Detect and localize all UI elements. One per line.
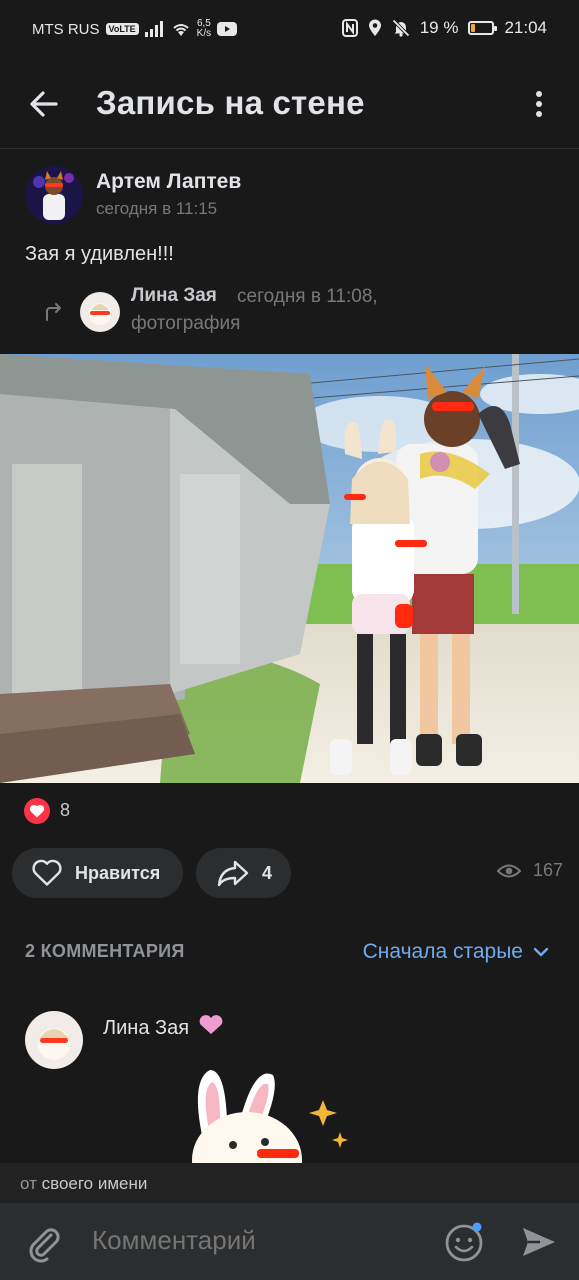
page-title: Запись на стене [96,84,365,121]
comment-author-name: Лина Зая [103,1017,190,1039]
smiley-icon[interactable] [444,1221,486,1263]
post-photo[interactable] [0,354,579,783]
status-right: 19 % 21:04 [341,18,547,38]
back-arrow-icon[interactable] [26,86,62,122]
battery-fill [471,24,476,32]
heart-icon [29,804,45,818]
post-author-name[interactable]: Артем Лаптев [96,170,241,194]
speed-unit: K/s [196,28,212,39]
bell-off-icon [391,19,410,37]
post-as-name: своего имени [41,1174,148,1193]
youtube-icon [217,22,238,36]
paperclip-icon[interactable] [24,1223,64,1263]
like-count: 8 [60,800,71,820]
author-avatar[interactable] [25,166,83,224]
signal-icon [144,21,163,37]
repost-time: сегодня в 11:08, [237,286,378,307]
nfc-icon [341,19,358,37]
share-button[interactable]: 4 [196,848,291,898]
post-as-label: от своего имени [20,1174,147,1194]
network-speed: 6,5 K/s [197,19,211,39]
share-arrow-icon [217,860,249,887]
post-text: Зая я удивлен!!! [25,243,174,265]
clock: 21:04 [504,18,547,37]
comment-compose-bar [0,1203,579,1280]
chevron-down-icon [533,947,549,957]
wifi-icon [173,24,189,36]
comment-avatar[interactable] [25,1011,83,1069]
comment-input[interactable] [92,1225,422,1256]
repost-arrow-icon [46,303,61,321]
repost-type: фотография [131,313,241,334]
post-as-bar[interactable]: от своего имени [0,1163,579,1203]
battery-percent: 19 % [419,18,459,37]
location-icon [368,19,381,36]
carrier-name: MTS RUS [32,20,100,38]
post-as-prefix: от [20,1174,37,1193]
views-counter: 167 [496,860,563,881]
heart-outline-icon [32,859,62,886]
post-time: сегодня в 11:15 [96,199,218,218]
more-vertical-icon[interactable] [527,86,551,122]
top-app-bar: Запись на стене [0,58,579,149]
battery-icon [468,21,498,35]
like-button[interactable]: Нравится [12,848,183,898]
comments-count-title: 2 КОММЕНТАРИЯ [25,941,185,961]
sort-label: Сначала старые [362,940,523,963]
views-count: 167 [532,860,563,880]
like-reaction-badge [24,798,50,824]
repost-avatar[interactable] [80,292,120,332]
status-left: MTS RUS VoLTE 6,5 K/s [32,19,238,39]
like-button-label: Нравится [75,862,161,883]
pink-heart-icon [199,1015,222,1034]
eye-icon [496,864,521,877]
status-bar: MTS RUS VoLTE 6,5 K/s 19 % 21:04 [0,0,579,58]
bunny-sticker[interactable] [185,1060,365,1165]
comment-author[interactable]: Лина Зая [103,1014,225,1040]
comments-sort-button[interactable]: Сначала старые [363,940,549,964]
repost-author-name[interactable]: Лина Зая [131,285,217,307]
share-count: 4 [262,862,273,883]
send-icon[interactable] [518,1222,558,1262]
volte-badge: VoLTE [105,23,139,35]
